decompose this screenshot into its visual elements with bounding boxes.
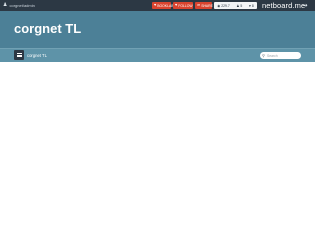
heart-icon: ♥ (248, 3, 251, 8)
likes-count: 8 (251, 3, 254, 8)
sign-out-icon[interactable]: ➜ (303, 0, 308, 11)
board-stats: ◉ 229.7 ♟ 5 ♥ 8 (214, 2, 257, 9)
share-icon: ➦ (197, 2, 201, 7)
booklab-label: BOOKLAB (157, 3, 174, 8)
board-content (0, 62, 315, 210)
share-label: SHARE (201, 3, 213, 8)
hamburger-icon[interactable] (14, 50, 24, 60)
users-icon: ♟ (236, 3, 240, 8)
search-box[interactable]: ⚲ (260, 52, 301, 59)
search-icon: ⚲ (262, 52, 265, 58)
followers-count: 5 (240, 3, 243, 8)
likes-stat: ♥ 8 (249, 4, 254, 8)
followers-stat: ♟ 5 (236, 4, 242, 8)
user-icon: ♟ (3, 2, 8, 8)
board-header: corgnet TL (0, 11, 315, 48)
search-input[interactable] (266, 52, 299, 59)
heart-icon: ♥ (154, 2, 157, 7)
heart-icon: ♥ (175, 2, 178, 7)
nav-bar: corgnet TL ⚲ (0, 48, 315, 62)
views-stat: ◉ 229.7 (217, 4, 229, 8)
booklab-button[interactable]: ♥ BOOKLAB (152, 2, 174, 9)
breadcrumb[interactable]: corgnet TL (27, 49, 47, 62)
brand-logo[interactable]: netboard.me (262, 0, 305, 11)
top-bar: ♟ corgnet/admin ♥ BOOKLAB ♥ FOLLOW ➦ SHA… (0, 0, 315, 11)
follow-label: FOLLOW (178, 3, 193, 8)
share-button[interactable]: ➦ SHARE (195, 2, 213, 9)
eye-icon: ◉ (217, 3, 221, 8)
user-label: corgnet/admin (9, 3, 35, 8)
follow-button[interactable]: ♥ FOLLOW (173, 2, 193, 9)
views-count: 229.7 (221, 3, 230, 8)
page-title: corgnet TL (14, 21, 82, 36)
user-menu[interactable]: ♟ corgnet/admin (3, 0, 35, 11)
